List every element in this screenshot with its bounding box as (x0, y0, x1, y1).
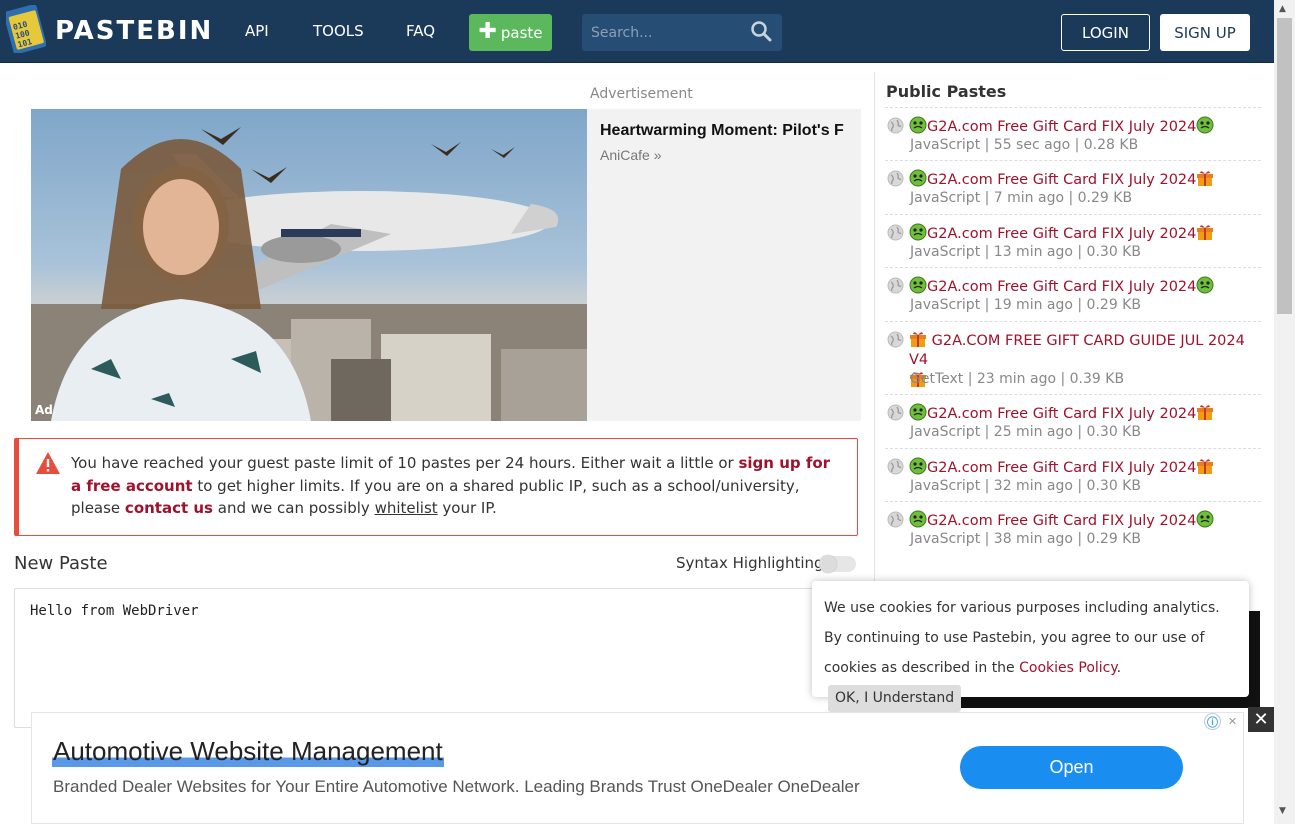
public-paste-title[interactable]: G2A.com Free Gift Card FIX July 2024 (909, 223, 1214, 242)
cookie-text: We use cookies for various purposes incl… (824, 593, 1240, 713)
public-paste-meta: JavaScript | 19 min ago | 0.29 KB (910, 297, 1141, 313)
globe-icon (887, 458, 904, 479)
toggle-knob (819, 555, 837, 573)
public-paste-title-text[interactable]: G2A.com Free Gift Card FIX July 2024 (927, 513, 1196, 529)
public-paste-title-text[interactable]: G2A.com Free Gift Card FIX July 2024 (927, 172, 1196, 188)
nav-faq[interactable]: FAQ (406, 22, 435, 40)
green-face-emoji-icon (909, 276, 927, 295)
public-paste-item[interactable]: G2A.com Free Gift Card FIX July 2024 Java… (885, 501, 1261, 554)
public-paste-meta: JavaScript | 25 min ago | 0.30 KB (910, 424, 1141, 440)
ad-info-icon[interactable]: ⓘ (1204, 713, 1221, 730)
new-paste-title: New Paste (14, 553, 108, 574)
public-paste-meta: GetText | 23 min ago | 0.39 KB (910, 371, 1125, 387)
warning-text-part: your IP. (437, 499, 497, 517)
public-paste-title[interactable]: G2A.com Free Gift Card FIX July 2024 (909, 510, 1214, 529)
green-face-emoji-icon (1196, 116, 1214, 135)
gift-emoji-icon (1196, 171, 1214, 188)
globe-icon (887, 511, 904, 532)
public-paste-item[interactable]: G2A.com Free Gift Card FIX July 2024 Java… (885, 107, 1261, 160)
gift-emoji-icon (1196, 459, 1214, 476)
cookies-policy-link[interactable]: Cookies Policy (1019, 660, 1117, 676)
public-paste-meta: JavaScript | 38 min ago | 0.29 KB (910, 531, 1141, 547)
plus-icon: ✚ (478, 18, 497, 44)
green-face-emoji-icon (909, 457, 927, 476)
ad-tag: Ad (35, 403, 53, 417)
cookie-period: . (1116, 660, 1122, 676)
public-paste-title-text[interactable]: G2A.com Free Gift Card FIX July 2024 (927, 279, 1196, 295)
warning-icon (36, 452, 60, 474)
public-paste-title[interactable]: G2A.com Free Gift Card FIX July 2024 (909, 116, 1214, 135)
globe-icon (887, 170, 904, 191)
globe-icon (887, 331, 904, 352)
whitelist-link[interactable]: whitelist (375, 499, 438, 517)
public-paste-title-text[interactable]: G2A.com Free Gift Card FIX July 2024 (927, 406, 1196, 422)
cookie-accept-button[interactable]: OK, I Understand (828, 685, 962, 712)
bottom-ad-open-button[interactable]: Open (960, 746, 1183, 789)
public-paste-title[interactable]: G2A.com Free Gift Card FIX July 2024 (909, 403, 1214, 422)
public-paste-item[interactable]: G2A.COM FREE GIFT CARD GUIDE JUL 2024 V4… (885, 321, 1261, 394)
globe-icon (887, 224, 904, 245)
green-face-emoji-icon (1196, 276, 1214, 295)
scroll-up-arrow-icon[interactable]: ▲ (1279, 4, 1286, 14)
public-paste-meta: JavaScript | 55 sec ago | 0.28 KB (910, 137, 1139, 153)
advertisement-label: Advertisement (590, 86, 693, 102)
public-paste-title-text[interactable]: G2A.com Free Gift Card FIX July 2024 (927, 226, 1196, 242)
contact-us-link[interactable]: contact us (125, 499, 213, 517)
public-paste-meta: JavaScript | 32 min ago | 0.30 KB (910, 478, 1141, 494)
warning-text-part: You have reached your guest paste limit … (71, 454, 739, 472)
public-paste-item[interactable]: G2A.com Free Gift Card FIX July 2024 Java… (885, 160, 1261, 214)
paste-button-label: paste (500, 23, 543, 42)
signup-button[interactable]: SIGN UP (1160, 14, 1250, 51)
public-paste-title[interactable]: G2A.com Free Gift Card FIX July 2024 (909, 457, 1214, 476)
public-paste-item[interactable]: G2A.com Free Gift Card FIX July 2024 Java… (885, 214, 1261, 267)
ad-source-link[interactable]: AniCafe » (600, 147, 661, 163)
green-face-emoji-icon (909, 510, 927, 529)
login-button[interactable]: LOGIN (1061, 14, 1150, 51)
public-paste-meta: JavaScript | 13 min ago | 0.30 KB (910, 244, 1141, 260)
warning-text: You have reached your guest paste limit … (71, 452, 841, 520)
search-input[interactable] (582, 14, 742, 51)
bottom-ad-title[interactable]: Automotive Website Management (52, 736, 444, 767)
nav-api[interactable]: API (245, 22, 269, 40)
ad-image[interactable] (31, 109, 587, 421)
paste-content[interactable]: Hello from WebDriver (30, 603, 199, 619)
ad-choices-close-icon[interactable]: ✕ (1224, 713, 1241, 730)
globe-icon (887, 277, 904, 298)
globe-icon (887, 404, 904, 425)
syntax-highlighting-label: Syntax Highlighting (676, 554, 824, 572)
green-face-emoji-icon (1196, 510, 1214, 529)
new-paste-button[interactable]: ✚ paste (469, 14, 552, 51)
green-face-emoji-icon (909, 223, 927, 242)
ad-choices[interactable]: ⓘ ✕ (1204, 713, 1244, 731)
public-paste-item[interactable]: G2A.com Free Gift Card FIX July 2024 Java… (885, 394, 1261, 448)
public-paste-title[interactable]: G2A.com Free Gift Card FIX July 2024 (909, 169, 1214, 188)
pastebin-logo-icon[interactable]: 010 100 101 (3, 4, 47, 55)
public-paste-title-text[interactable]: G2A.COM FREE GIFT CARD GUIDE JUL 2024 V4 (909, 333, 1245, 368)
syntax-highlighting-toggle[interactable] (819, 555, 856, 573)
green-face-emoji-icon (909, 403, 927, 422)
public-paste-item[interactable]: G2A.com Free Gift Card FIX July 2024 Java… (885, 448, 1261, 501)
nav-tools[interactable]: TOOLS (313, 22, 364, 40)
public-paste-item[interactable]: G2A.com Free Gift Card FIX July 2024 Java… (885, 267, 1261, 321)
ad-headline[interactable]: Heartwarming Moment: Pilot's F (600, 122, 861, 140)
search-icon[interactable] (750, 20, 772, 42)
public-paste-meta: JavaScript | 7 min ago | 0.29 KB (910, 190, 1133, 206)
public-paste-title[interactable]: G2A.com Free Gift Card FIX July 2024 (909, 276, 1214, 295)
scroll-down-arrow-icon[interactable]: ▼ (1279, 806, 1286, 816)
warning-text-part: and we can possibly (212, 499, 375, 517)
logo-text[interactable]: PASTEBIN (55, 16, 213, 46)
public-paste-title-text[interactable]: G2A.com Free Gift Card FIX July 2024 (927, 119, 1196, 135)
bottom-ad-description[interactable]: Branded Dealer Websites for Your Entire … (53, 777, 860, 797)
top-header: 010 100 101 PASTEBIN API TOOLS FAQ ✚ pas… (0, 0, 1274, 63)
public-paste-title-text[interactable]: G2A.com Free Gift Card FIX July 2024 (927, 460, 1196, 476)
bottom-ad-close-icon[interactable]: ✕ (1248, 707, 1274, 732)
globe-icon (887, 117, 904, 138)
public-pastes-title: Public Pastes (886, 82, 1007, 101)
gift-emoji-icon (1196, 225, 1214, 242)
green-face-emoji-icon (909, 169, 927, 188)
scrollbar-thumb[interactable] (1277, 18, 1292, 314)
gift-emoji-icon (1196, 405, 1214, 422)
green-face-emoji-icon (909, 116, 927, 135)
gift-emoji-icon (909, 332, 927, 349)
